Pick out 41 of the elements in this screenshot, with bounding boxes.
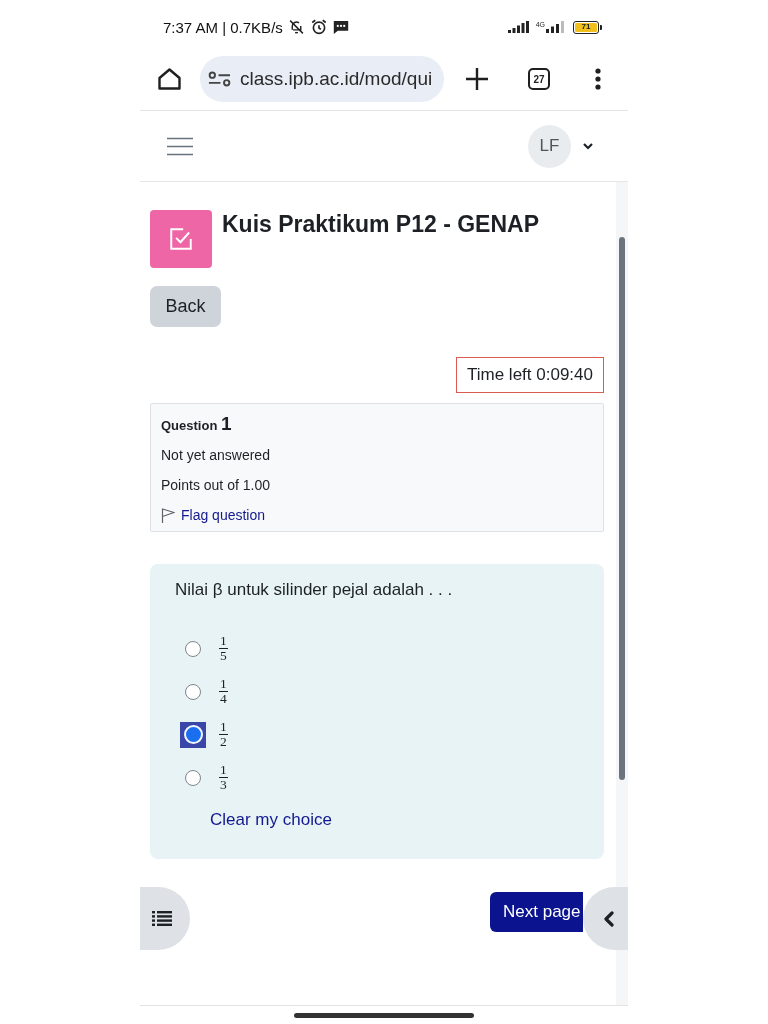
signal-icon <box>507 21 529 33</box>
next-page-button[interactable]: Next page <box>490 892 583 932</box>
option-fraction: 1 5 <box>219 635 228 662</box>
drawer-toggle-button[interactable] <box>583 887 628 950</box>
address-bar[interactable]: class.ipb.ac.id/mod/qui <box>200 56 444 102</box>
option-fraction: 1 4 <box>219 678 228 705</box>
tab-count-button[interactable]: 27 <box>528 68 550 90</box>
tune-icon[interactable] <box>208 71 231 87</box>
more-options-icon[interactable] <box>595 68 601 90</box>
alarm-clock-icon <box>309 18 328 36</box>
drawer-button[interactable] <box>140 887 190 950</box>
menu-icon[interactable] <box>167 136 193 156</box>
radio-button[interactable] <box>185 640 201 657</box>
scrollbar-thumb[interactable] <box>619 237 625 780</box>
status-text: Not yet answered <box>161 447 270 463</box>
message-icon <box>332 19 349 35</box>
bell-off-icon <box>287 18 305 36</box>
chevron-down-icon[interactable] <box>583 142 593 150</box>
signal-icon <box>546 21 565 33</box>
page-title: Kuis Praktikum P12 - GENAP <box>222 210 539 238</box>
status-text: 7:37 AM | 0.7KB/s <box>163 18 283 36</box>
option-fraction: 1 3 <box>219 764 228 791</box>
timer-label: Time left 0:09:40 <box>456 357 604 393</box>
option-fraction: 1 2 <box>219 721 228 748</box>
radio-button[interactable] <box>185 683 201 700</box>
plus-icon[interactable] <box>466 68 488 90</box>
chevron-left-icon <box>603 910 614 927</box>
user-avatar[interactable]: LF <box>528 124 571 168</box>
back-button[interactable]: Back <box>150 286 221 327</box>
radio-button[interactable] <box>180 721 206 748</box>
home-icon[interactable] <box>157 67 182 91</box>
flag-icon[interactable] <box>161 507 175 523</box>
points-text: Points out of 1.00 <box>161 477 270 493</box>
clear-choice-link[interactable]: Clear my choice <box>210 808 332 832</box>
checkbox-icon <box>150 210 212 268</box>
battery-indicator: 71 <box>573 20 602 34</box>
flag-question-link[interactable]: Flag question <box>181 505 266 525</box>
question-heading: Question 1 <box>161 412 233 436</box>
radio-button[interactable] <box>185 769 201 786</box>
list-icon <box>152 911 172 926</box>
question-text: Nilai β untuk silinder pejal adalah . . . <box>175 580 453 599</box>
